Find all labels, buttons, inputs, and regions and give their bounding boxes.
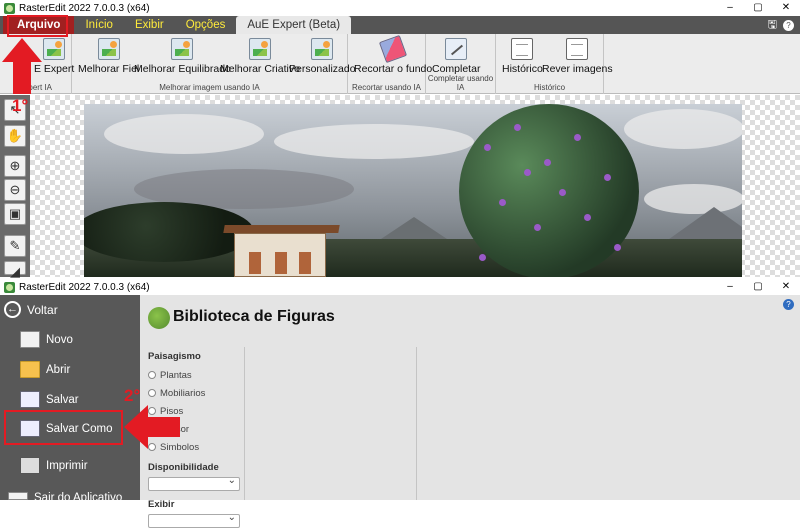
group-label: Melhorar imagem usando IA (159, 83, 260, 92)
maximize-button[interactable]: ▢ (744, 279, 772, 295)
image-icon (171, 38, 194, 60)
app-icon (4, 281, 15, 293)
show-select[interactable] (148, 512, 240, 528)
help-icon[interactable]: ? (783, 299, 794, 310)
backstage-window: RasterEdit 2022 7.0.0.3 (x64) – ▢ ✕ ← Vo… (0, 279, 800, 528)
exit-icon (8, 492, 28, 500)
history-icon (511, 38, 534, 60)
image-icon (97, 38, 120, 60)
maximize-button[interactable]: ▢ (744, 0, 772, 16)
ribbon: E Expert Expert IA Melhorar Fiel Melhora… (0, 34, 800, 94)
close-button[interactable]: ✕ (772, 0, 800, 16)
house-image (223, 225, 340, 277)
radio-icon (148, 389, 156, 397)
divider (416, 347, 417, 500)
group-label: Histórico (533, 83, 566, 92)
backstage-menu: ← Voltar Novo Abrir Salvar Salvar Como I… (0, 295, 140, 500)
show-label: Exibir (148, 499, 175, 510)
availability-select[interactable] (148, 475, 240, 491)
group-label: Completar usando IA (427, 74, 494, 92)
title-bar: RasterEdit 2022 7.0.0.3 (x64) – ▢ ✕ (0, 0, 800, 16)
zoom-in-icon[interactable]: ⊕ (4, 155, 26, 177)
category-mobiliarios[interactable]: Mobiliarios (148, 384, 243, 402)
backstage-title-bar: RasterEdit 2022 7.0.0.3 (x64) – ▢ ✕ (0, 279, 800, 295)
review-images-icon (566, 38, 589, 60)
menu-aue-expert[interactable]: AuE Expert (Beta) (236, 16, 352, 34)
menu-sair[interactable]: Sair do Aplicativo (8, 492, 122, 500)
menu-bar: Arquivo Início Exibir Opções AuE Expert … (0, 16, 800, 34)
minimize-button[interactable]: – (716, 279, 744, 295)
expert-icon (43, 38, 66, 60)
group-label: Recortar usando IA (352, 83, 421, 92)
step-2-label: 2° (124, 386, 141, 405)
help-icon[interactable]: ? (783, 19, 794, 31)
arrow-up-icon (2, 38, 42, 94)
folder-icon (20, 361, 40, 378)
library-title: Biblioteca de Figuras (173, 308, 335, 325)
melhorar-fiel-button[interactable]: Melhorar Fiel (78, 38, 139, 75)
divider (244, 347, 245, 500)
availability-label: Disponibilidade (148, 462, 219, 473)
menu-salvar[interactable]: Salvar (20, 391, 79, 408)
menu-abrir[interactable]: Abrir (20, 361, 70, 378)
back-arrow-icon: ← (4, 301, 21, 318)
arrow-left-icon (124, 405, 180, 449)
highlight-salvar-como (4, 410, 123, 445)
melhorar-criativo-button[interactable]: Melhorar Criativo (220, 38, 300, 75)
tree-icon (148, 307, 170, 329)
zoom-out-icon[interactable]: ⊖ (4, 179, 26, 201)
image-icon (248, 38, 271, 60)
hand-tool-icon[interactable]: ✋ (4, 125, 26, 147)
window-controls: – ▢ ✕ (716, 0, 800, 16)
radio-icon (148, 371, 156, 379)
back-button[interactable]: ← Voltar (4, 301, 58, 318)
tool-strip: ↖ ✋ ⊕ ⊖ ▣ ✎ ◢ (0, 95, 30, 279)
save-icon (20, 391, 40, 408)
rever-imagens-button[interactable]: Rever imagens (542, 38, 613, 75)
library-panel: ? Biblioteca de Figuras Paisagismo Plant… (140, 295, 800, 528)
group-historico: Histórico Rever imagens Histórico (496, 34, 613, 94)
window-title: RasterEdit 2022 7.0.0.3 (x64) (19, 2, 150, 14)
magic-wand-icon (445, 38, 468, 60)
menu-opcoes[interactable]: Opções (175, 16, 237, 34)
historico-button[interactable]: Histórico (502, 38, 543, 75)
eraser-icon (379, 34, 408, 64)
menu-inicio[interactable]: Início (74, 16, 124, 34)
pencil-icon[interactable]: ✎ (4, 235, 26, 257)
completar-button[interactable]: Completar (432, 38, 480, 75)
highlight-arquivo (7, 15, 68, 37)
fit-screen-icon[interactable]: ▣ (4, 203, 26, 225)
new-document-icon (20, 331, 40, 348)
app-icon (4, 2, 15, 14)
personalizado-button[interactable]: Personalizado (289, 38, 356, 75)
backstage-window-controls: – ▢ ✕ (716, 279, 800, 295)
recortar-fundo-button[interactable]: Recortar o fundo (354, 34, 432, 75)
group-melhorar: Melhorar Fiel Melhorar Equilibrado Melho… (72, 34, 356, 94)
canvas-image (84, 104, 742, 277)
group-completar: Completar Completar usando IA (426, 34, 496, 94)
menu-imprimir[interactable]: Imprimir (20, 457, 88, 474)
image-settings-icon (311, 38, 334, 60)
category-heading: Paisagismo (148, 351, 201, 362)
close-button[interactable]: ✕ (772, 279, 800, 295)
eraser-tool-icon[interactable]: ◢ (4, 261, 26, 279)
backstage-window-title: RasterEdit 2022 7.0.0.3 (x64) (19, 281, 150, 293)
save-icon[interactable]: 🖫 (768, 16, 777, 35)
category-plantas[interactable]: Plantas (148, 366, 243, 384)
group-recortar: Recortar o fundo Recortar usando IA (348, 34, 432, 94)
menu-novo[interactable]: Novo (20, 331, 73, 348)
step-1-label: 1° (12, 96, 29, 115)
minimize-button[interactable]: – (716, 0, 744, 16)
melhorar-equilibrado-button[interactable]: Melhorar Equilibrado (134, 38, 231, 75)
menu-exibir[interactable]: Exibir (124, 16, 175, 34)
printer-icon (20, 457, 40, 474)
